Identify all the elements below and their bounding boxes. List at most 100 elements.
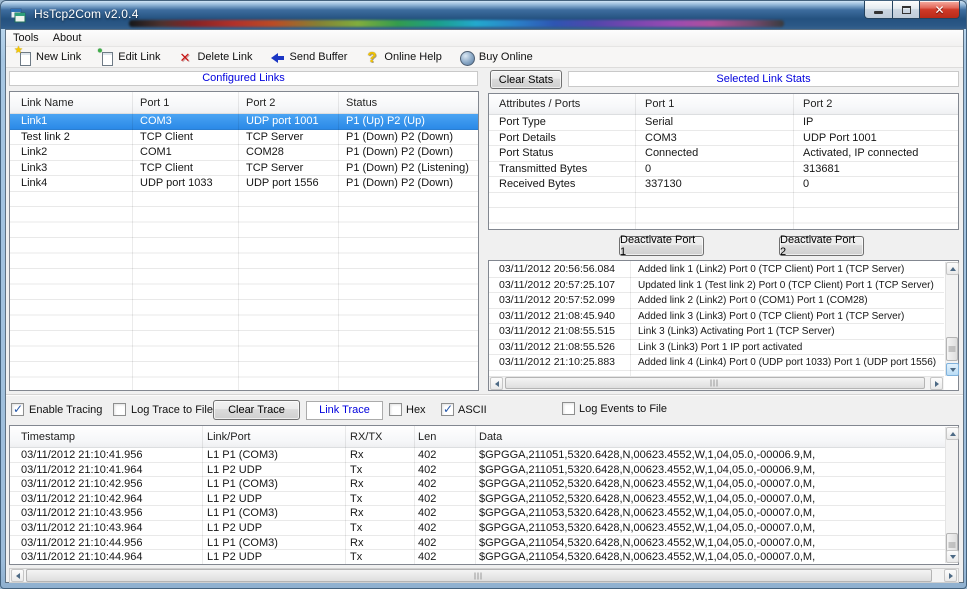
trace-row[interactable]: 03/11/2012 21:10:41.956 L1 P1 (COM3) Rx … <box>10 448 945 463</box>
scroll-up-button[interactable] <box>946 427 959 440</box>
stats-row[interactable]: Port Status Connected Activated, IP conn… <box>489 146 958 162</box>
column-header-link-name[interactable]: Link Name <box>10 97 132 109</box>
online-help-icon <box>364 50 380 65</box>
trace-vertical-scrollbar[interactable] <box>945 427 958 563</box>
event-log-horizontal-scrollbar[interactable] <box>489 376 944 390</box>
menu-item[interactable]: About <box>46 31 89 45</box>
cell-port1: TCP Client <box>132 161 238 176</box>
scroll-right-icon <box>935 381 939 387</box>
clear-trace-button[interactable]: Clear Trace <box>213 400 300 420</box>
column-header-len[interactable]: Len <box>414 431 475 443</box>
scrollbar-thumb[interactable] <box>505 377 925 389</box>
scroll-right-button[interactable] <box>944 569 957 582</box>
event-row[interactable]: 03/11/2012 20:56:56.084 Added link 1 (Li… <box>489 262 944 278</box>
link-row[interactable]: Link3 TCP Client TCP Server P1 (Down) P2… <box>10 161 478 177</box>
toolbar-button[interactable]: Delete Link <box>175 48 254 67</box>
enable-tracing-checkbox[interactable] <box>11 403 24 416</box>
cell-event-time: 03/11/2012 21:10:25.883 <box>489 355 630 370</box>
column-header-port1[interactable]: Port 1 <box>635 98 793 110</box>
cell-link-port: L1 P2 UDP <box>202 550 345 564</box>
column-divider <box>635 94 636 229</box>
cell-port1: COM3 <box>132 114 238 129</box>
toolbar-button[interactable]: New Link <box>14 48 83 67</box>
trace-row[interactable]: 03/11/2012 21:10:42.964 L1 P2 UDP Tx 402… <box>10 492 945 507</box>
deactivate-port1-button[interactable]: Deactivate Port 1 <box>619 236 704 256</box>
deactivate-port2-button[interactable]: Deactivate Port 2 <box>779 236 864 256</box>
toolbar-button[interactable]: Edit Link <box>96 48 162 67</box>
cell-port1-value: Serial <box>635 115 793 130</box>
toolbar-button-label: New Link <box>36 51 81 63</box>
trace-row[interactable]: 03/11/2012 21:10:42.956 L1 P1 (COM3) Rx … <box>10 477 945 492</box>
configured-links-body: Link1 COM3 UDP port 1001 P1 (Up) P2 (Up)… <box>10 114 478 390</box>
column-header-port2[interactable]: Port 2 <box>238 97 338 109</box>
cell-status: P1 (Down) P2 (Down) <box>338 145 478 160</box>
column-header-rxtx[interactable]: RX/TX <box>345 431 414 443</box>
toolbar-button[interactable]: Online Help <box>362 48 443 67</box>
scroll-down-icon <box>950 555 956 559</box>
toolbar-button[interactable]: Buy Online <box>457 48 535 67</box>
ascii-checkbox[interactable] <box>441 403 454 416</box>
column-header-port1[interactable]: Port 1 <box>132 97 238 109</box>
stats-row[interactable]: Port Details COM3 UDP Port 1001 <box>489 131 958 147</box>
stats-row[interactable]: Port Type Serial IP <box>489 115 958 131</box>
log-trace-to-file-checkbox[interactable] <box>113 403 126 416</box>
column-header-attributes[interactable]: Attributes / Ports <box>489 98 635 110</box>
scroll-down-button[interactable] <box>946 550 959 563</box>
cell-link-port: L1 P2 UDP <box>202 463 345 477</box>
event-row[interactable]: 03/11/2012 21:08:45.940 Added link 3 (Li… <box>489 309 944 325</box>
cell-data: $GPGGA,211053,5320.6428,N,00623.4552,W,1… <box>475 521 945 535</box>
link-row[interactable]: Link4 UDP port 1033 UDP port 1556 P1 (Do… <box>10 176 478 192</box>
hex-checkbox[interactable] <box>389 403 402 416</box>
event-row[interactable]: 03/11/2012 20:57:25.107 Updated link 1 (… <box>489 278 944 294</box>
scrollbar-thumb[interactable] <box>26 569 932 582</box>
event-log-vertical-scrollbar[interactable] <box>945 262 958 376</box>
menubar: ToolsAbout <box>6 30 963 47</box>
trace-horizontal-scrollbar[interactable] <box>9 568 959 583</box>
toolbar-button[interactable]: Send Buffer <box>268 48 350 67</box>
scrollbar-thumb[interactable] <box>946 337 958 361</box>
link-row[interactable]: Test link 2 TCP Client TCP Server P1 (Do… <box>10 130 478 146</box>
trace-row[interactable]: 03/11/2012 21:10:43.956 L1 P1 (COM3) Rx … <box>10 506 945 521</box>
cell-len: 402 <box>414 492 475 506</box>
cell-event-message: Added link 2 (Link2) Port 0 (COM1) Port … <box>630 293 944 308</box>
event-row[interactable]: 03/11/2012 21:10:25.883 Added link 4 (Li… <box>489 355 944 371</box>
trace-header-row: Timestamp Link/Port RX/TX Len Data <box>10 426 958 448</box>
cell-port2: UDP port 1556 <box>238 176 338 191</box>
cell-rxtx: Tx <box>345 492 414 506</box>
link-row[interactable]: Link1 COM3 UDP port 1001 P1 (Up) P2 (Up) <box>10 114 478 130</box>
stats-row[interactable]: Transmitted Bytes 0 313681 <box>489 162 958 178</box>
titlebar[interactable]: HsTcp2Com v2.0.4 ✕ <box>1 1 966 29</box>
column-header-data[interactable]: Data <box>475 431 958 443</box>
column-header-port2[interactable]: Port 2 <box>793 98 958 110</box>
cell-link-port: L1 P2 UDP <box>202 492 345 506</box>
stats-row[interactable]: Received Bytes 337130 0 <box>489 177 958 193</box>
scroll-right-button[interactable] <box>930 377 943 390</box>
event-row[interactable]: 03/11/2012 21:08:55.515 Link 3 (Link3) A… <box>489 324 944 340</box>
scroll-left-button[interactable] <box>490 377 503 390</box>
column-header-status[interactable]: Status <box>338 97 478 109</box>
trace-row[interactable]: 03/11/2012 21:10:41.964 L1 P2 UDP Tx 402… <box>10 463 945 478</box>
cell-link-port: L1 P1 (COM3) <box>202 448 345 462</box>
cell-port2-value: UDP Port 1001 <box>793 131 958 146</box>
log-events-to-file-checkbox[interactable] <box>562 402 575 415</box>
column-header-timestamp[interactable]: Timestamp <box>10 431 202 443</box>
trace-row[interactable]: 03/11/2012 21:10:44.956 L1 P1 (COM3) Rx … <box>10 536 945 551</box>
cell-port2-value: Activated, IP connected <box>793 146 958 161</box>
menu-item[interactable]: Tools <box>6 31 46 45</box>
trace-row[interactable]: 03/11/2012 21:10:44.964 L1 P2 UDP Tx 402… <box>10 550 945 564</box>
close-button[interactable]: ✕ <box>920 1 960 19</box>
minimize-button[interactable] <box>864 1 892 19</box>
column-header-link-port[interactable]: Link/Port <box>202 431 345 443</box>
maximize-button[interactable] <box>892 1 920 19</box>
scroll-down-button[interactable] <box>946 363 959 376</box>
event-log: 03/11/2012 20:56:56.084 Added link 1 (Li… <box>488 260 959 391</box>
scroll-up-button[interactable] <box>946 262 959 275</box>
clear-stats-button[interactable]: Clear Stats <box>490 70 562 89</box>
event-log-body: 03/11/2012 20:56:56.084 Added link 1 (Li… <box>489 262 944 376</box>
trace-row[interactable]: 03/11/2012 21:10:43.964 L1 P2 UDP Tx 402… <box>10 521 945 536</box>
event-row[interactable]: 03/11/2012 21:08:55.526 Link 3 (Link3) P… <box>489 340 944 356</box>
link-row[interactable]: Link2 COM1 COM28 P1 (Down) P2 (Down) <box>10 145 478 161</box>
cell-timestamp: 03/11/2012 21:10:44.964 <box>10 550 202 564</box>
event-row[interactable]: 03/11/2012 20:57:52.099 Added link 2 (Li… <box>489 293 944 309</box>
scroll-left-button[interactable] <box>11 569 24 582</box>
